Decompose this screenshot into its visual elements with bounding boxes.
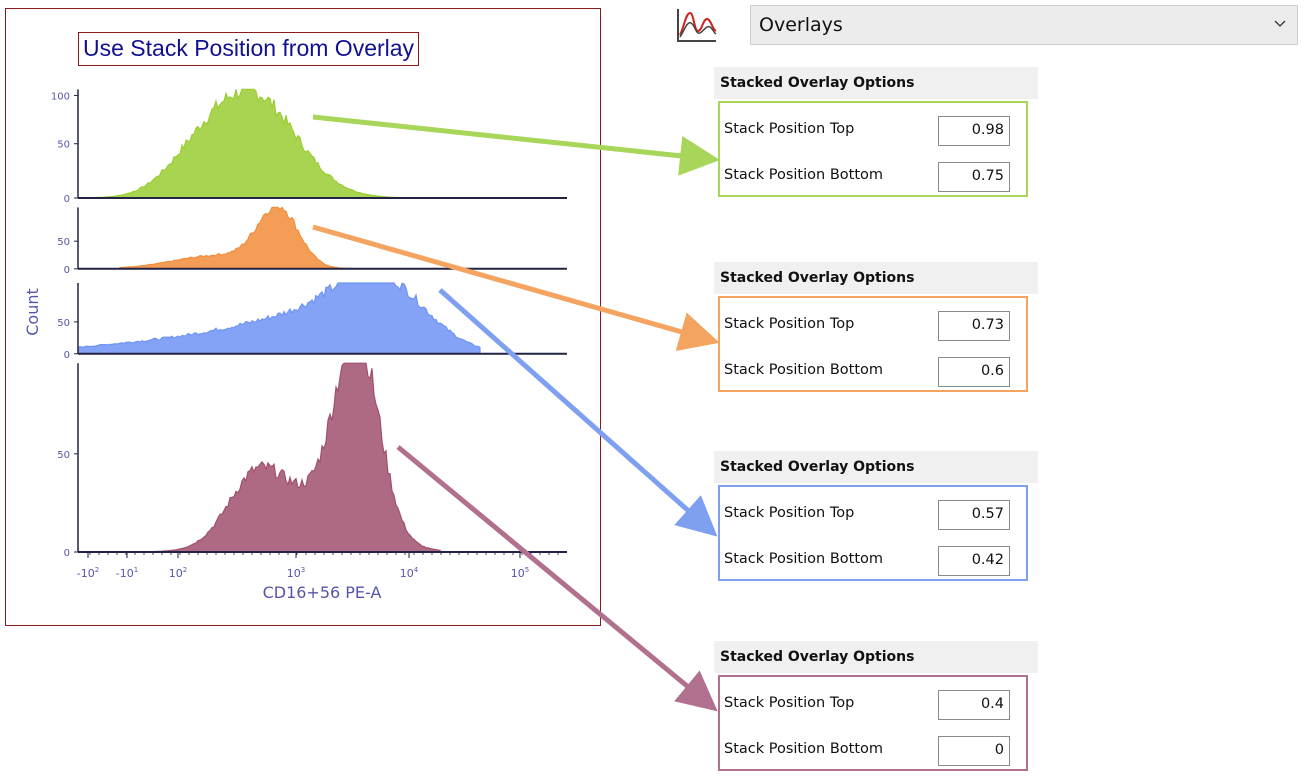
stack-position-bottom-input[interactable]: 0.42	[938, 546, 1010, 576]
panel-header-2: Stacked Overlay Options	[714, 262, 1038, 294]
histogram-series-1	[95, 88, 406, 199]
x-tick-label: 103	[287, 566, 305, 580]
panel-header-1: Stacked Overlay Options	[714, 67, 1038, 99]
x-axis-label: CD16+56 PE-A	[263, 583, 382, 602]
stacked-overlay-options-3: Stack Position Top 0.57 Stack Position B…	[718, 485, 1028, 581]
stack-position-bottom-label: Stack Position Bottom	[724, 741, 884, 757]
histogram-series-2	[119, 206, 400, 270]
stacked-overlay-options-2: Stack Position Top 0.73 Stack Position B…	[718, 296, 1028, 392]
stack-position-top-label: Stack Position Top	[724, 505, 855, 521]
panel-header-3: Stacked Overlay Options	[714, 451, 1038, 483]
stack-position-bottom-input[interactable]: 0.75	[938, 162, 1010, 192]
plot-title: Use Stack Position from Overlay	[78, 32, 420, 66]
stack-position-bottom-input[interactable]: 0	[938, 736, 1010, 766]
y-tick-label: 0	[64, 194, 70, 205]
y-tick-label: 50	[57, 450, 70, 461]
x-tick-label: 104	[400, 566, 419, 580]
histogram-series-3	[77, 282, 481, 355]
overlay-histogram-icon[interactable]	[672, 5, 720, 47]
panel-header-4: Stacked Overlay Options	[714, 641, 1038, 673]
x-tick-label: 105	[511, 566, 529, 580]
stack-position-bottom-label: Stack Position Bottom	[724, 362, 884, 378]
x-tick-label: -102	[77, 566, 99, 580]
chevron-down-icon	[1274, 20, 1286, 27]
y-tick-label: 100	[51, 91, 70, 102]
stack-position-bottom-input[interactable]: 0.6	[938, 357, 1010, 387]
y-axis-label: Count	[23, 288, 42, 336]
stack-position-bottom-label: Stack Position Bottom	[724, 167, 884, 183]
y-tick-label: 50	[57, 318, 70, 329]
dropdown-selected-value: Overlays	[759, 14, 843, 36]
overlay-type-dropdown[interactable]: Overlays	[750, 5, 1298, 45]
y-tick-label: 0	[64, 548, 70, 559]
y-tick-label: 50	[57, 140, 70, 151]
stacked-histogram-chart: 0 50 100 0 50 0 50 0 50 -102 -101 102 103 104 105 Coun…	[23, 88, 567, 602]
y-tick-label: 50	[57, 237, 70, 248]
x-tick-label: 102	[169, 566, 187, 580]
y-tick-label: 0	[64, 350, 70, 361]
stacked-overlay-options-1: Stack Position Top 0.98 Stack Position B…	[718, 101, 1028, 197]
stack-position-top-label: Stack Position Top	[724, 121, 855, 137]
stack-position-top-label: Stack Position Top	[724, 316, 855, 332]
x-tick-label: -101	[116, 566, 138, 580]
stack-position-top-input[interactable]: 0.98	[938, 116, 1010, 146]
stack-position-top-label: Stack Position Top	[724, 695, 855, 711]
stacked-overlay-options-4: Stack Position Top 0.4 Stack Position Bo…	[718, 675, 1028, 771]
stack-position-top-input[interactable]: 0.4	[938, 690, 1010, 720]
stack-position-bottom-label: Stack Position Bottom	[724, 551, 884, 567]
y-tick-label: 0	[64, 265, 70, 276]
stack-position-top-input[interactable]: 0.57	[938, 500, 1010, 530]
histogram-series-4	[110, 362, 441, 553]
stack-position-top-input[interactable]: 0.73	[938, 311, 1010, 341]
